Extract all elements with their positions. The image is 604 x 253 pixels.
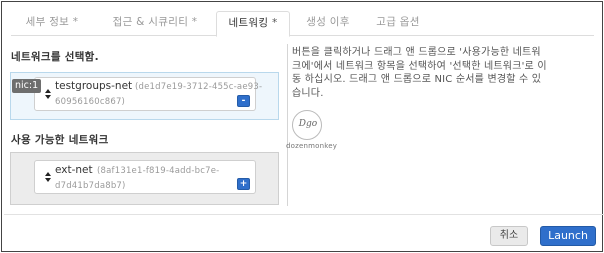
tab-label: 접근 & 시큐리티	[112, 16, 189, 28]
watermark-logo: Dgo	[292, 110, 322, 140]
cancel-button[interactable]: 취소	[490, 226, 528, 246]
network-id-continued: 60956160c867)	[55, 97, 126, 107]
tab-label: 고급 옵션	[376, 16, 420, 28]
network-name: ext-net	[55, 164, 93, 176]
tab-access-security[interactable]: 접근 & 시큐리티 *	[99, 11, 211, 36]
required-marker: *	[191, 16, 198, 28]
column-divider	[287, 44, 288, 206]
drag-sort-icon[interactable]	[45, 89, 53, 101]
network-id: (de1d7e19-3712-455c-ae93-	[135, 82, 263, 92]
remove-network-button[interactable]: -	[237, 95, 250, 107]
launch-instance-dialog: 세부 정보 * 접근 & 시큐리티 * 네트워킹 * 생성 이후 고급 옵션 네…	[1, 1, 604, 252]
tab-details[interactable]: 세부 정보 *	[16, 11, 88, 36]
footer-divider	[4, 214, 604, 215]
tab-post-creation[interactable]: 생성 이후	[297, 11, 359, 36]
network-id-continued: d7d41b7da8b7)	[55, 181, 126, 191]
tab-advanced-options[interactable]: 고급 옵션	[367, 11, 429, 36]
help-line: 버튼을 클릭하거나 드래그 앤 드롭으로 '사용가능한 네트워	[292, 47, 541, 58]
watermark-caption: dozenmonkey	[286, 142, 338, 150]
tab-label: 네트워킹	[228, 17, 269, 29]
help-line: 동 하십시오. 드래그 앤 드롭으로 NIC 순서를 변경할 수 있	[292, 74, 542, 85]
watermark-logo-text: Dgo	[298, 119, 318, 129]
available-networks-heading: 사용 가능한 네트워크	[11, 134, 109, 146]
help-line: 습니다.	[292, 87, 324, 99]
wizard-tabs: 세부 정보 * 접근 & 시큐리티 * 네트워킹 * 생성 이후 고급 옵션	[11, 11, 594, 37]
help-text: 버튼을 클릭하거나 드래그 앤 드롭으로 '사용가능한 네트워 크에'에서 네트…	[292, 46, 592, 100]
drag-sort-icon[interactable]	[45, 172, 53, 184]
tab-label: 세부 정보	[25, 16, 70, 28]
help-line: 크에'에서 네트워크 항목을 선택하여 '선택한 네트워크'로 이	[292, 60, 547, 72]
selected-networks-heading: 네트워크를 선택함.	[11, 51, 99, 63]
add-network-button[interactable]: +	[237, 178, 250, 190]
available-network-item[interactable]: ext-net (8af131e1-f819-4add-bc7e- d7d41b…	[34, 160, 256, 194]
required-marker: *	[72, 16, 79, 28]
tab-label: 생성 이후	[306, 16, 350, 28]
network-id: (8af131e1-f819-4add-bc7e-	[97, 166, 220, 176]
nic-badge: nic:1	[12, 79, 42, 93]
selected-network-item[interactable]: testgroups-net (de1d7e19-3712-455c-ae93-…	[34, 77, 262, 111]
network-name: testgroups-net	[55, 80, 133, 92]
tab-networking[interactable]: 네트워킹 *	[216, 11, 290, 37]
launch-button[interactable]: Launch	[540, 226, 596, 246]
required-marker: *	[271, 17, 278, 29]
